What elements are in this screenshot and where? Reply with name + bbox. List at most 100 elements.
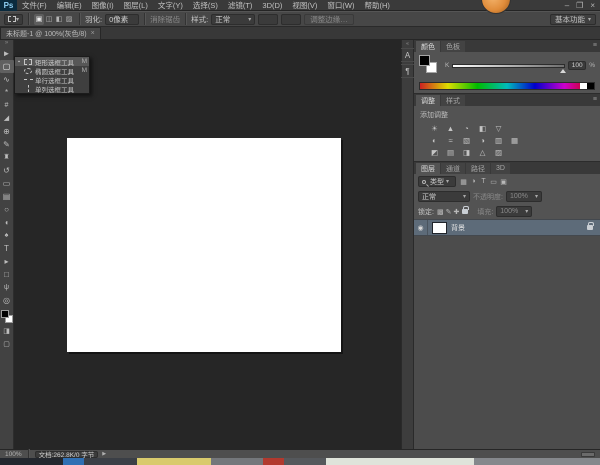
- tool-preset-picker[interactable]: ▾: [4, 14, 23, 25]
- tool-button[interactable]: ▤: [0, 190, 14, 203]
- tool-button[interactable]: ▸: [0, 255, 14, 268]
- tool-button[interactable]: ▢: [0, 60, 14, 73]
- menu-item[interactable]: 视图(V): [287, 0, 322, 11]
- taskbar-app-segment[interactable]: [263, 458, 284, 465]
- layer-filter-icon[interactable]: ◑: [469, 177, 478, 187]
- adjustment-icon[interactable]: ◩: [429, 147, 440, 157]
- foreground-color-swatch[interactable]: [419, 55, 430, 66]
- layer-filter-icon[interactable]: ▣: [499, 177, 508, 187]
- document-canvas[interactable]: [67, 138, 341, 352]
- close-button[interactable]: ×: [590, 0, 595, 11]
- tool-button[interactable]: *: [0, 86, 14, 99]
- tab-color[interactable]: 颜色: [416, 41, 440, 52]
- lock-all-icon[interactable]: [462, 209, 468, 214]
- layers-group-tab[interactable]: 图层: [416, 163, 440, 174]
- blend-mode-dropdown[interactable]: 正常 ▾: [418, 191, 470, 202]
- k-value-input[interactable]: 100: [568, 61, 586, 70]
- layer-filter-icon[interactable]: ▭: [489, 177, 498, 187]
- tool-button[interactable]: ○: [0, 203, 14, 216]
- adjustment-icon[interactable]: ☀: [429, 123, 440, 133]
- taskbar-app-segment[interactable]: [326, 458, 473, 465]
- feather-input[interactable]: 0像素: [105, 14, 139, 25]
- style-dropdown[interactable]: 正常 ▾: [211, 14, 255, 25]
- menu-item[interactable]: 帮助(H): [360, 0, 395, 11]
- taskbar-app-segment[interactable]: [137, 458, 211, 465]
- fill-dropdown[interactable]: 100% ▾: [496, 206, 532, 217]
- layer-thumbnail[interactable]: [432, 222, 447, 234]
- tool-button[interactable]: ♠: [0, 229, 14, 242]
- taskbar-app-segment[interactable]: [84, 458, 137, 465]
- tool-button[interactable]: ∿: [0, 73, 14, 86]
- tool-button[interactable]: ◎: [0, 294, 14, 307]
- adjustment-icon[interactable]: ▧: [461, 135, 472, 145]
- layer-filter-icon[interactable]: T: [479, 177, 488, 187]
- foreground-color-swatch[interactable]: [1, 310, 9, 318]
- layer-visibility-toggle[interactable]: ◉: [414, 220, 428, 235]
- k-slider-track[interactable]: [452, 64, 565, 68]
- status-expand-icon[interactable]: ▶: [102, 451, 106, 457]
- tool-button[interactable]: ✎: [0, 138, 14, 151]
- adjustment-icon[interactable]: ◑: [477, 135, 488, 145]
- panel-color-swatches[interactable]: [419, 55, 439, 75]
- slider-thumb[interactable]: [560, 69, 566, 73]
- menu-item[interactable]: 滤镜(T): [223, 0, 258, 11]
- selection-mode-button[interactable]: ▨: [64, 14, 74, 25]
- tool-button[interactable]: □: [0, 268, 14, 281]
- tool-button[interactable]: ψ: [0, 281, 14, 294]
- tab-swatches[interactable]: 色板: [441, 41, 465, 52]
- menu-item[interactable]: 3D(D): [257, 0, 287, 11]
- width-input[interactable]: [258, 14, 278, 25]
- paragraph-panel-button[interactable]: ¶: [401, 64, 414, 78]
- lock-option-icon[interactable]: ✎: [446, 208, 452, 216]
- color-spectrum-ramp[interactable]: [419, 82, 595, 90]
- expand-panels-icon[interactable]: «: [406, 40, 409, 48]
- color-swatches[interactable]: [0, 309, 14, 325]
- tool-button[interactable]: ♜: [0, 151, 14, 164]
- layer-filter-icon[interactable]: ▦: [459, 177, 468, 187]
- tool-button[interactable]: #: [0, 99, 14, 112]
- selection-mode-button[interactable]: ◫: [44, 14, 54, 25]
- adjustment-icon[interactable]: ◐: [429, 135, 440, 145]
- menu-item[interactable]: 编辑(E): [52, 0, 87, 11]
- toolbox-collapse-icon[interactable]: »: [5, 40, 8, 47]
- layers-group-tab[interactable]: 3D: [491, 163, 510, 174]
- tab-adjustments[interactable]: 调整: [416, 95, 440, 106]
- adjustment-icon[interactable]: ▥: [493, 135, 504, 145]
- taskbar-app-segment[interactable]: [284, 458, 326, 465]
- black-swatch[interactable]: [587, 83, 594, 89]
- zoom-level-field[interactable]: 100%: [5, 451, 22, 458]
- character-panel-button[interactable]: A: [401, 48, 414, 62]
- lock-option-icon[interactable]: ✚: [453, 208, 459, 216]
- taskbar-app-segment[interactable]: [0, 458, 63, 465]
- restore-button[interactable]: ❐: [576, 0, 583, 11]
- layer-filter-dropdown[interactable]: 类型 ▾: [418, 176, 456, 187]
- canvas-area[interactable]: ▪ 矩形选框工具 M 椭圆选框工具 M 单行选框工具 单列选框工具: [14, 40, 401, 449]
- adjustment-icon[interactable]: △: [477, 147, 488, 157]
- status-right-button[interactable]: [581, 452, 595, 457]
- menu-item[interactable]: 选择(S): [188, 0, 223, 11]
- layers-group-tab[interactable]: 通道: [441, 163, 465, 174]
- taskbar-app-segment[interactable]: [63, 458, 84, 465]
- taskbar-app-segment[interactable]: [211, 458, 264, 465]
- selection-mode-button[interactable]: ◧: [54, 14, 64, 25]
- panel-menu-icon[interactable]: ≡: [590, 40, 600, 52]
- menu-item[interactable]: 图层(L): [119, 0, 153, 11]
- workspace-switcher[interactable]: 基本功能 ▾: [550, 14, 596, 25]
- adjustment-icon[interactable]: ◨: [461, 147, 472, 157]
- menu-item[interactable]: 窗口(W): [322, 0, 359, 11]
- selection-mode-button[interactable]: ▣: [34, 14, 44, 25]
- quick-mask-button[interactable]: ◨: [0, 325, 14, 338]
- tool-button[interactable]: ▭: [0, 177, 14, 190]
- adjustment-icon[interactable]: ▦: [509, 135, 520, 145]
- adjustment-icon[interactable]: ▽: [493, 123, 504, 133]
- adjustment-icon[interactable]: ▲: [445, 123, 456, 133]
- refine-edge-button[interactable]: 调整边缘…: [304, 14, 354, 25]
- tool-button[interactable]: ◖: [0, 216, 14, 229]
- screen-mode-button[interactable]: ▢: [0, 338, 14, 351]
- adjustment-icon[interactable]: ◔: [461, 123, 472, 133]
- antialias-checkbox[interactable]: 消除锯齿: [150, 14, 180, 25]
- layers-group-tab[interactable]: 路径: [466, 163, 490, 174]
- menu-item[interactable]: 图像(I): [87, 0, 119, 11]
- panel-menu-icon[interactable]: ≡: [590, 94, 600, 106]
- flyout-menu-item[interactable]: 单列选框工具: [15, 84, 89, 93]
